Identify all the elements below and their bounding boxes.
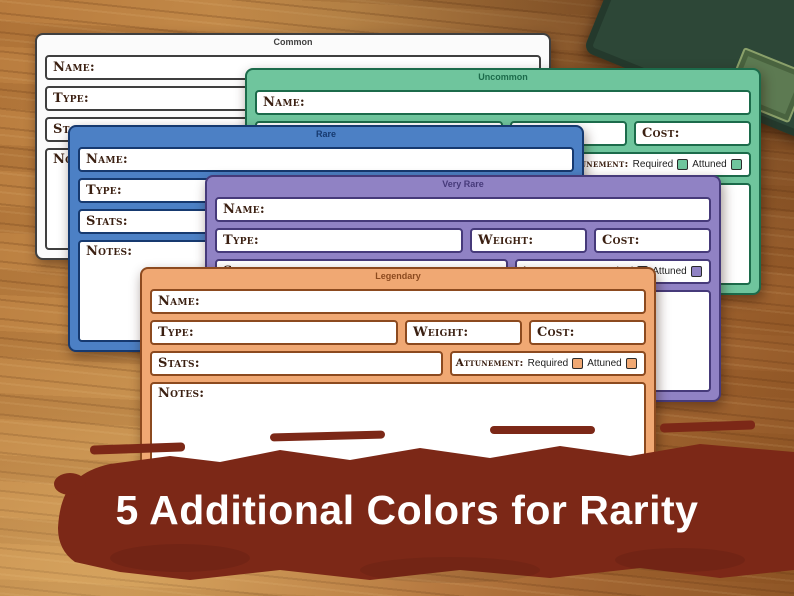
stats-label: Stats: [158, 356, 200, 371]
card-rarity-title: Uncommon [478, 72, 528, 82]
attuned-label: Attuned [587, 358, 622, 369]
stats-label: Stats: [86, 214, 128, 229]
cost-label: Cost: [537, 325, 575, 340]
weight-field: Weight: [405, 320, 522, 345]
name-label: Name: [86, 152, 128, 167]
name-field: Name: [215, 197, 711, 222]
weight-label: Weight: [413, 325, 469, 340]
name-field: Name: [78, 147, 574, 172]
card-rarity-title: Legendary [375, 271, 421, 281]
name-label: Name: [263, 95, 305, 110]
stats-field: Stats: [150, 351, 443, 376]
notes-label: Notes: [158, 386, 205, 401]
required-checkbox [572, 358, 584, 369]
card-rarity-title: Common [273, 37, 313, 47]
type-field: Type: [150, 320, 398, 345]
type-label: Type: [86, 183, 123, 198]
card-rarity-title: Rare [315, 129, 336, 139]
card-rarity-title: Very Rare [442, 179, 484, 189]
cost-field: Cost: [634, 121, 751, 146]
required-label: Required [632, 159, 674, 170]
notes-label: Notes: [86, 244, 133, 259]
weight-label: Weight: [478, 233, 534, 248]
name-label: Name: [223, 202, 265, 217]
cost-label: Cost: [642, 126, 680, 141]
name-label: Name: [53, 60, 95, 75]
attuned-checkbox [690, 266, 702, 277]
attunement-field: Attunement: Required Attuned [554, 152, 751, 177]
cost-label: Cost: [602, 233, 640, 248]
attuned-label: Attuned [652, 266, 687, 277]
required-checkbox [677, 159, 689, 170]
attuned-label: Attuned [692, 159, 727, 170]
name-field: Name: [150, 289, 646, 314]
cost-field: Cost: [529, 320, 646, 345]
weight-field: Weight: [470, 228, 587, 253]
attunement-label: Attunement: [455, 357, 524, 370]
wooden-table-background: Common Name: Type: Weight: Cost: Stats: … [0, 0, 794, 596]
cost-field: Cost: [594, 228, 711, 253]
type-label: Type: [53, 91, 90, 106]
type-label: Type: [223, 233, 260, 248]
name-label: Name: [158, 294, 200, 309]
type-field: Type: [215, 228, 463, 253]
type-label: Type: [158, 325, 195, 340]
attunement-field: Attunement: Required Attuned [449, 351, 646, 376]
required-label: Required [527, 358, 569, 369]
attuned-checkbox [625, 358, 637, 369]
banner-headline: 5 Additional Colors for Rarity [115, 487, 699, 533]
attuned-checkbox [730, 159, 742, 170]
name-field: Name: [255, 90, 751, 115]
brush-stroke-banner: 5 Additional Colors for Rarity [20, 410, 794, 596]
